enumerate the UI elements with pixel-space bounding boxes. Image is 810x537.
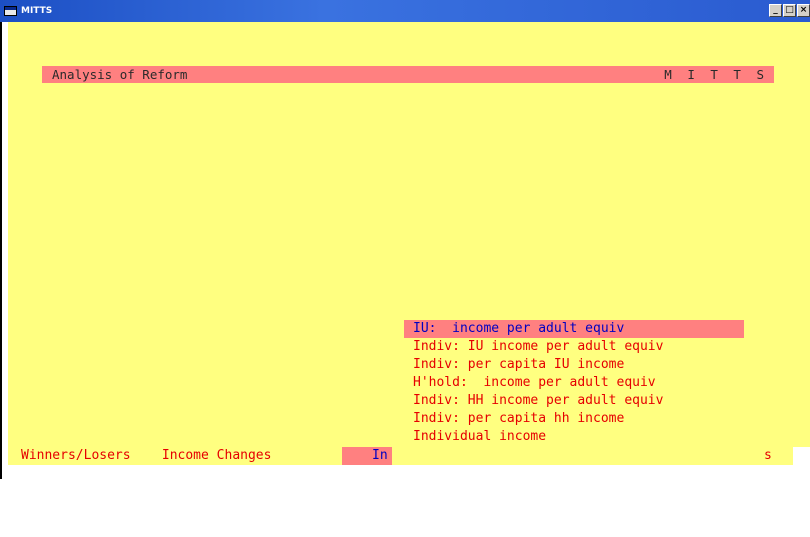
bottom-menu-left[interactable]: Winners/Losers Income Changes [21,447,271,465]
window-left-border [0,22,8,479]
menu-item-indiv-hh-income-per-adult-equiv[interactable]: Indiv: HH income per adult equiv [404,392,749,410]
app-window: MITTS _ □ × Analysis of Reform M I T T S… [0,0,810,479]
menu-item-indiv-per-capita-hh-income[interactable]: Indiv: per capita hh income [404,410,749,428]
close-icon[interactable]: × [797,4,810,17]
brand-label: M I T T S [664,67,768,82]
bottom-right-edge [793,447,810,465]
menu-item-individual-income[interactable]: Individual income [404,428,749,446]
minimize-icon[interactable]: _ [769,4,782,17]
maximize-icon[interactable]: □ [783,4,796,17]
title-bar[interactable]: MITTS _ □ × [0,0,810,22]
menu-item-indiv-iu-income-per-adult-equiv[interactable]: Indiv: IU income per adult equiv [404,338,749,356]
window-controls: _ □ × [769,4,810,17]
screen-title: Analysis of Reform [52,67,188,82]
menu-item-iu-income-per-adult-equiv[interactable]: IU: income per adult equiv [404,320,744,338]
bottom-menu-selected[interactable]: In [342,447,392,465]
menu-item-hhold-income-per-adult-equiv[interactable]: H'hold: income per adult equiv [404,374,749,392]
window-title: MITTS [21,6,53,16]
income-measure-menu: IU: income per adult equiv Indiv: IU inc… [404,320,749,446]
menu-item-indiv-per-capita-iu-income[interactable]: Indiv: per capita IU income [404,356,749,374]
window-app-icon[interactable] [4,6,17,16]
bottom-menu-right[interactable]: s [764,447,772,465]
bottom-menu-bar: Winners/Losers Income Changes In s [8,447,810,465]
screen-header-bar: Analysis of Reform M I T T S [42,66,774,83]
